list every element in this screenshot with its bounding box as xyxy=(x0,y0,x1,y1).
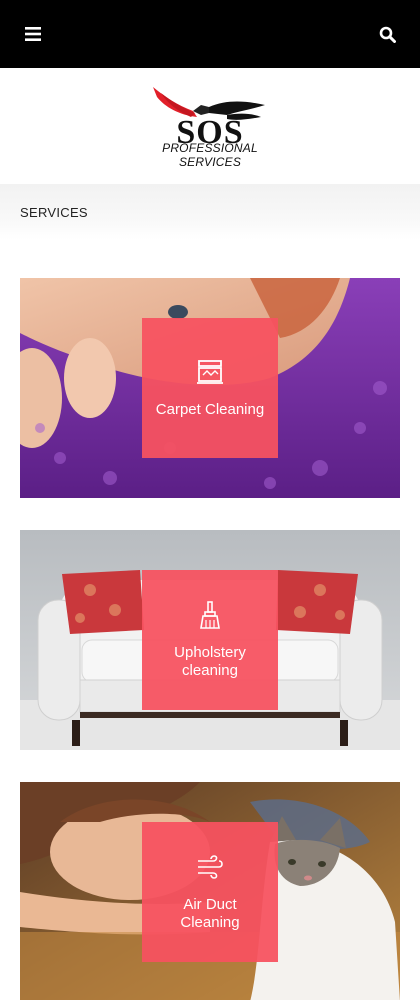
service-label: Air Duct Cleaning xyxy=(180,896,240,931)
brush-icon xyxy=(200,601,220,629)
service-label: Carpet Cleaning xyxy=(155,401,265,418)
service-label: Upholstery cleaning xyxy=(174,644,246,679)
service-card-carpet[interactable]: Carpet Cleaning xyxy=(20,278,400,498)
services-list: Carpet Cleaning Upholstery cleaning Air … xyxy=(0,240,420,1000)
logo-area: SOS PROFESSIONAL SERVICES xyxy=(0,68,420,184)
logo-subtitle: PROFESSIONAL SERVICES xyxy=(162,141,258,169)
page-title: SERVICES xyxy=(20,204,88,220)
airflow-icon xyxy=(198,855,223,879)
service-tile[interactable]: Air Duct Cleaning xyxy=(142,822,278,962)
service-tile[interactable]: Carpet Cleaning xyxy=(142,318,278,458)
service-card-upholstery[interactable]: Upholstery cleaning xyxy=(20,530,400,750)
carpet-cleaner-icon xyxy=(197,360,223,384)
service-card-air-duct[interactable]: Air Duct Cleaning xyxy=(20,782,400,1000)
hamburger-menu-icon[interactable] xyxy=(24,25,42,43)
company-logo[interactable]: SOS PROFESSIONAL SERVICES xyxy=(135,83,285,169)
top-navigation-bar xyxy=(0,0,420,68)
service-tile[interactable]: Upholstery cleaning xyxy=(142,570,278,710)
search-icon[interactable] xyxy=(378,25,396,43)
breadcrumb: SERVICES xyxy=(0,184,420,240)
